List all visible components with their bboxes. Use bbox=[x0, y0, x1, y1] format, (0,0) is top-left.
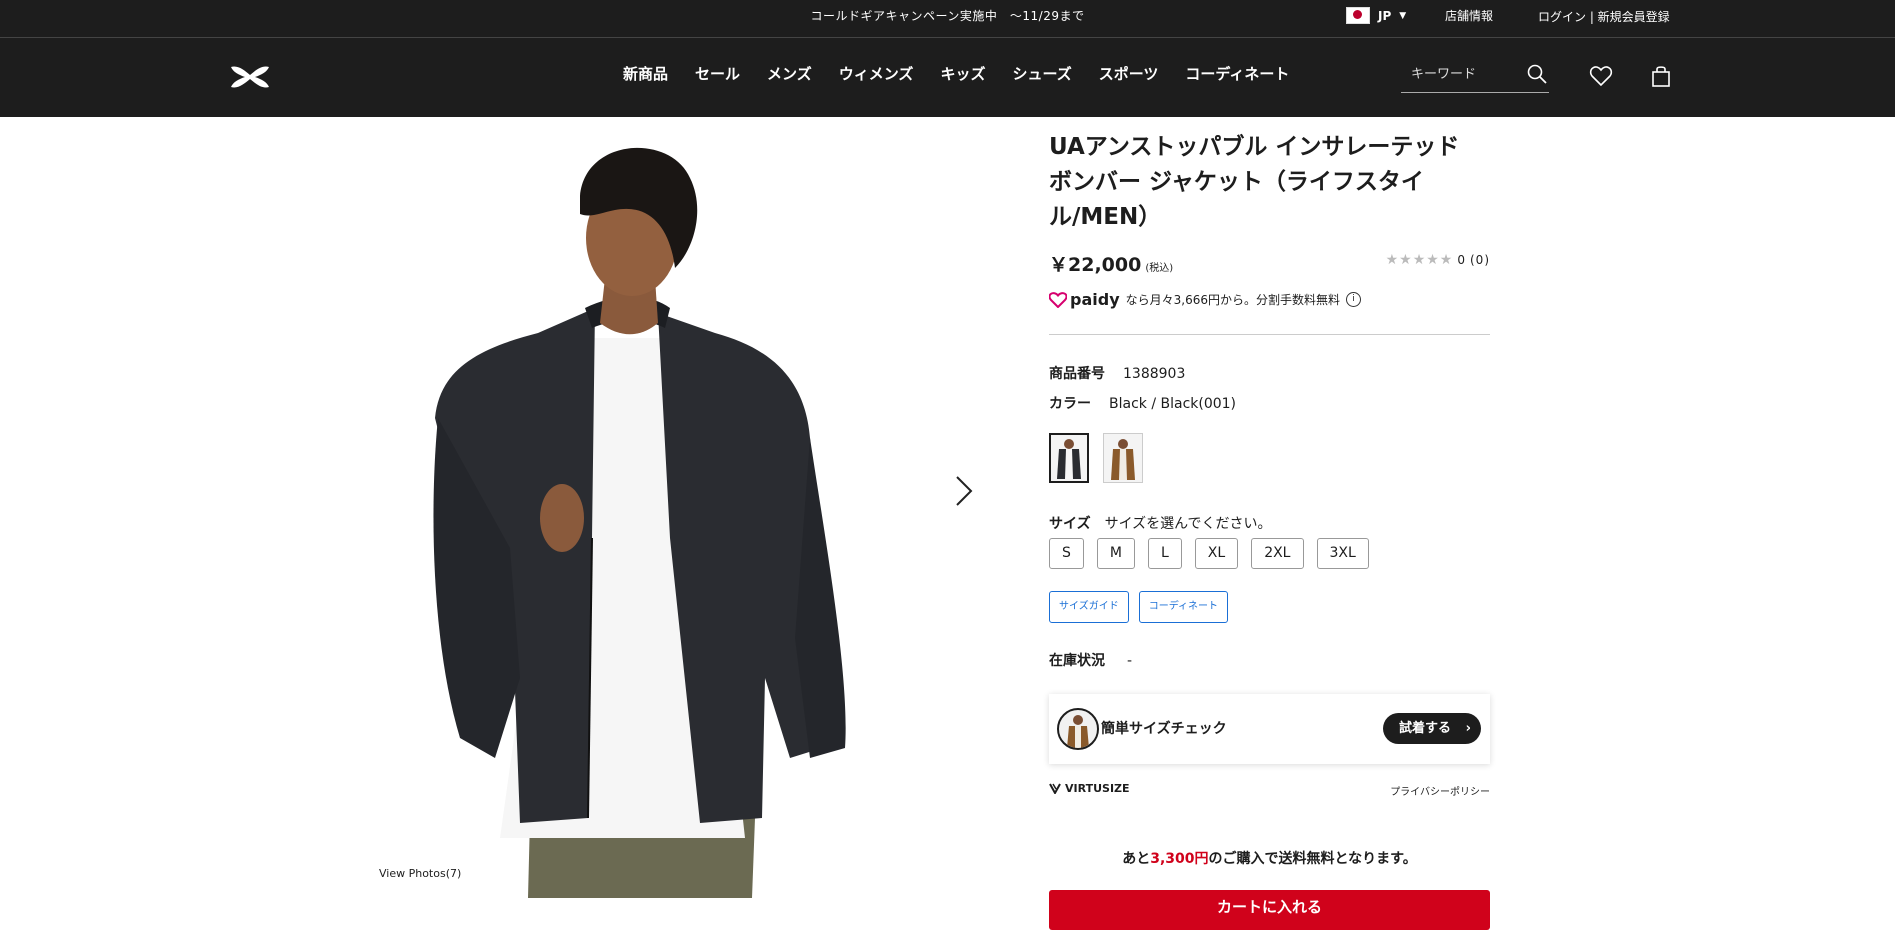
product-title: UAアンストッパブル インサレーテッド ボンバー ジャケット（ライフスタイル/M… bbox=[1049, 134, 1460, 230]
wishlist-heart-icon[interactable] bbox=[1589, 64, 1613, 88]
virtusize-brand: VIRTUSIZE bbox=[1049, 782, 1130, 795]
paidy-installment: paidy なら月々3,666円から。分割手数料無料 i bbox=[1049, 290, 1361, 309]
size-option-m[interactable]: M bbox=[1096, 538, 1135, 569]
main-navigation: 新商品 セール メンズ ウィメンズ キッズ シューズ スポーツ コーディネート bbox=[0, 38, 1895, 117]
product-photo[interactable] bbox=[370, 118, 1000, 898]
nav-item-shoes[interactable]: シューズ bbox=[1012, 63, 1071, 84]
login-register-link[interactable]: ログイン | 新規会員登録 bbox=[1538, 8, 1670, 25]
rating-value: 0 bbox=[1457, 253, 1466, 267]
add-to-cart-button[interactable]: カートに入れる bbox=[1049, 890, 1490, 930]
japan-flag-icon bbox=[1346, 7, 1370, 24]
virtusize-text: 簡単サイズチェック bbox=[1101, 721, 1227, 737]
nav-item-coordinate[interactable]: コーディネート bbox=[1185, 63, 1289, 84]
review-count: (0) bbox=[1470, 253, 1490, 267]
tax-note: (税込) bbox=[1145, 263, 1174, 274]
size-option-3xl[interactable]: 3XL bbox=[1316, 538, 1369, 569]
color-label: カラー bbox=[1049, 396, 1091, 412]
product-number-label: 商品番号 bbox=[1049, 366, 1105, 382]
paidy-heart-icon bbox=[1049, 291, 1067, 308]
search-icon[interactable] bbox=[1527, 64, 1547, 84]
chevron-down-icon: ▼ bbox=[1399, 10, 1407, 21]
privacy-policy-link[interactable]: プライバシーポリシー bbox=[1390, 783, 1490, 798]
add-to-cart-label: カートに入れる bbox=[1216, 898, 1322, 916]
virtusize-widget: 簡単サイズチェック 試着する › bbox=[1049, 694, 1490, 764]
color-row: カラー Black / Black(001) bbox=[1049, 393, 1236, 413]
under-armour-logo-icon[interactable] bbox=[228, 64, 272, 90]
shipping-amount: 3,300円 bbox=[1150, 851, 1209, 867]
paidy-text: なら月々3,666円から。分割手数料無料 bbox=[1125, 293, 1340, 307]
shipping-prefix: あと bbox=[1122, 851, 1151, 867]
stock-value: - bbox=[1127, 653, 1133, 669]
size-option-l[interactable]: L bbox=[1147, 538, 1182, 569]
size-options: S M L XL 2XL 3XL bbox=[1049, 538, 1369, 569]
size-option-2xl[interactable]: 2XL bbox=[1251, 538, 1304, 569]
price-row: ￥22,000 (税込) ★★★★★ 0 (0) bbox=[1049, 250, 1490, 277]
size-label-row: サイズ サイズを選んでください。 bbox=[1049, 513, 1271, 533]
announcement-bar: コールドギアキャンペーン実施中 〜11/29まで JP ▼ 店舗情報 ログイン … bbox=[0, 0, 1895, 38]
category-menu: 新商品 セール メンズ ウィメンズ キッズ シューズ スポーツ コーディネート bbox=[623, 63, 1316, 84]
shipping-suffix: のご購入で送料無料となります。 bbox=[1208, 851, 1417, 867]
product-number-row: 商品番号 1388903 bbox=[1049, 363, 1185, 383]
size-option-s[interactable]: S bbox=[1049, 538, 1084, 569]
nav-item-sports[interactable]: スポーツ bbox=[1099, 63, 1159, 84]
divider bbox=[1049, 334, 1490, 335]
view-photos-link[interactable]: View Photos(7) bbox=[379, 867, 461, 880]
size-option-xl[interactable]: XL bbox=[1194, 538, 1239, 569]
product-price: ￥22,000 bbox=[1049, 254, 1142, 276]
helper-links: サイズガイド コーディネート bbox=[1049, 591, 1229, 623]
paidy-logo: paidy bbox=[1049, 290, 1120, 309]
nav-item-new[interactable]: 新商品 bbox=[623, 63, 668, 84]
search-input[interactable] bbox=[1401, 59, 1531, 89]
size-label: サイズ bbox=[1049, 516, 1091, 532]
cart-bag-icon[interactable] bbox=[1651, 64, 1671, 88]
free-shipping-notice: あと3,300円のご購入で送料無料となります。 bbox=[1049, 848, 1490, 868]
info-icon[interactable]: i bbox=[1345, 292, 1361, 307]
virtusize-logo-icon bbox=[1049, 783, 1061, 794]
country-selector[interactable]: JP ▼ bbox=[1346, 7, 1406, 24]
chevron-right-icon: › bbox=[1465, 721, 1471, 736]
try-on-button[interactable]: 試着する › bbox=[1383, 713, 1481, 744]
swatch-brown[interactable] bbox=[1103, 433, 1143, 483]
search-box bbox=[1401, 59, 1549, 93]
country-code: JP bbox=[1378, 8, 1392, 23]
nav-item-womens[interactable]: ウィメンズ bbox=[839, 63, 914, 84]
coordinate-button[interactable]: コーディネート bbox=[1138, 591, 1229, 623]
review-rating[interactable]: ★★★★★ 0 (0) bbox=[1386, 252, 1490, 268]
nav-item-sale[interactable]: セール bbox=[695, 63, 740, 84]
virtusize-avatar bbox=[1057, 708, 1099, 750]
virtusize-brand-text: VIRTUSIZE bbox=[1065, 782, 1130, 795]
nav-item-mens[interactable]: メンズ bbox=[767, 63, 812, 84]
store-info-link[interactable]: 店舗情報 bbox=[1445, 7, 1493, 24]
paidy-brand: paidy bbox=[1070, 290, 1120, 309]
color-value: Black / Black(001) bbox=[1109, 396, 1237, 412]
product-gallery bbox=[370, 118, 1000, 898]
size-prompt: サイズを選んでください。 bbox=[1104, 516, 1272, 532]
product-number: 1388903 bbox=[1123, 366, 1186, 382]
color-swatches bbox=[1049, 433, 1143, 483]
rating-stars-icon: ★★★★★ bbox=[1385, 252, 1454, 268]
try-on-label: 試着する bbox=[1399, 721, 1452, 736]
product-details: UAアンストッパブル インサレーテッド ボンバー ジャケット（ライフスタイル/M… bbox=[1049, 130, 1490, 930]
size-guide-button[interactable]: サイズガイド bbox=[1049, 591, 1129, 623]
stock-label: 在庫状況 bbox=[1049, 653, 1105, 669]
stock-row: 在庫状況 - bbox=[1049, 650, 1132, 670]
swatch-black[interactable] bbox=[1049, 433, 1089, 483]
next-photo-arrow-icon[interactable] bbox=[953, 473, 975, 509]
nav-item-kids[interactable]: キッズ bbox=[940, 63, 985, 84]
